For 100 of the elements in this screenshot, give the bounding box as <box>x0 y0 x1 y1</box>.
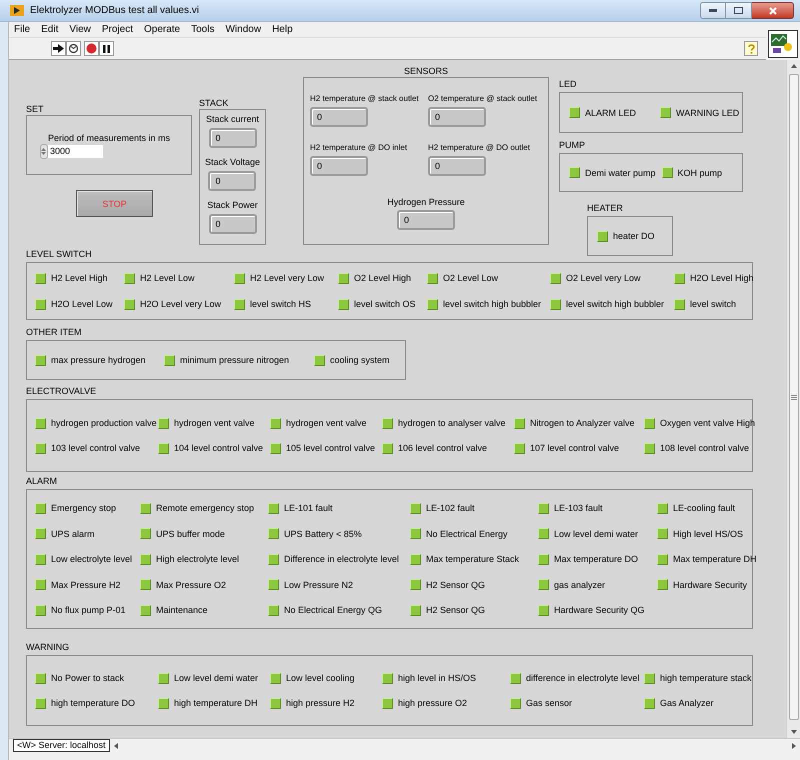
maximize-icon <box>734 7 743 14</box>
led-label: level switch high bubbler <box>443 298 542 310</box>
led-label: LE-101 fault <box>284 502 333 514</box>
vertical-scrollbar[interactable] <box>786 60 800 738</box>
led-label: H2 Sensor QG <box>426 604 486 616</box>
vi-icon <box>768 30 798 58</box>
minimize-icon <box>709 9 717 12</box>
numeric-input[interactable]: 3000 <box>48 144 103 158</box>
arrow-icon <box>53 44 64 53</box>
led-label: No Electrical Energy <box>426 528 508 540</box>
led-label: LE-103 fault <box>554 502 603 514</box>
led-label: level switch <box>690 298 736 310</box>
menu-item[interactable]: Help <box>271 22 294 36</box>
led-label: O2 Level High <box>354 272 412 284</box>
led-label: difference in electrolyte level <box>526 672 640 684</box>
scroll-thumb[interactable] <box>788 74 798 720</box>
led-label: No Electrical Energy QG <box>284 604 382 616</box>
group-label: WARNING <box>26 641 70 653</box>
led-label: max pressure hydrogen <box>51 354 146 366</box>
scroll-right-icon <box>792 742 796 748</box>
run-continuously-button[interactable] <box>66 41 81 56</box>
control-label: Period of measurements in ms <box>48 132 170 144</box>
led-label: H2O Level Low <box>51 298 113 310</box>
help-button[interactable] <box>744 41 758 56</box>
scroll-up-icon <box>790 64 796 68</box>
led-label: Max temperature DO <box>554 553 638 565</box>
scroll-left-icon <box>114 742 118 748</box>
numeric-indicator: 0 <box>397 210 455 230</box>
pause-button[interactable] <box>99 41 114 56</box>
close-icon <box>768 6 776 14</box>
group-label: HEATER <box>587 202 624 214</box>
led-label: hydrogen production valve <box>51 417 157 429</box>
led-label: Emergency stop <box>51 502 116 514</box>
led-label: LE-cooling fault <box>673 502 736 514</box>
led-label: high pressure H2 <box>286 697 355 709</box>
close-button[interactable] <box>752 2 794 19</box>
scroll-down-icon <box>790 730 796 734</box>
group-label: LEVEL SWITCH <box>26 248 93 260</box>
led-label: 108 level control valve <box>660 442 750 454</box>
led-label: High electrolyte level <box>156 553 240 565</box>
menu-item[interactable]: Tools <box>190 22 216 36</box>
led-label: 105 level control valve <box>286 442 376 454</box>
menu-item[interactable]: File <box>13 22 32 36</box>
led-label: H2 Level High <box>51 272 108 284</box>
led-label: high temperature DO <box>51 697 136 709</box>
led-label: ALARM LED <box>585 106 636 118</box>
led-label: Low level demi water <box>174 672 258 684</box>
led-label: minimum pressure nitrogen <box>180 354 290 366</box>
led-label: No Power to stack <box>51 672 124 684</box>
led-label: hydrogen to analyser valve <box>398 417 506 429</box>
numeric-indicator: 0 <box>428 156 486 176</box>
led-label: hydrogen vent valve <box>174 417 255 429</box>
group-label: ALARM <box>26 475 58 487</box>
led-label: Low level cooling <box>286 672 355 684</box>
group-label: SET <box>26 103 45 115</box>
led-label: high level in HS/OS <box>398 672 476 684</box>
led-label: Max Pressure O2 <box>156 578 226 590</box>
numeric-indicator: 0 <box>208 214 256 234</box>
spinner[interactable] <box>40 144 48 158</box>
led-label: Difference in electrolyte level <box>284 553 399 565</box>
led-label: Demi water pump <box>585 166 656 178</box>
led-label: gas analyzer <box>554 578 606 590</box>
led-label: H2O Level very Low <box>140 298 222 310</box>
group-label: PUMP <box>559 139 586 151</box>
led-label: H2 Level Low <box>140 272 195 284</box>
led-label: UPS buffer mode <box>156 528 225 540</box>
maximize-button[interactable] <box>726 2 752 19</box>
led-label: 107 level control valve <box>530 442 620 454</box>
group-label: OTHER ITEM <box>26 326 82 338</box>
server-status: <W> Server: localhost <box>13 739 110 752</box>
menu-item[interactable]: Edit <box>40 22 60 36</box>
led-label: LE-102 fault <box>426 502 475 514</box>
led-label: High level HS/OS <box>673 528 744 540</box>
led-label: Low Pressure N2 <box>284 578 354 590</box>
numeric-indicator: 0 <box>428 107 486 127</box>
minimize-button[interactable] <box>700 2 726 19</box>
menu-item[interactable]: Project <box>100 22 134 36</box>
menu-item[interactable]: Operate <box>142 22 182 36</box>
led-label: Gas Analyzer <box>660 697 714 709</box>
led-label: Low electrolyte level <box>51 553 132 565</box>
led-label: WARNING LED <box>676 106 740 118</box>
menu-item[interactable]: View <box>68 22 92 36</box>
abort-button[interactable] <box>84 41 99 56</box>
led-label: Low level demi water <box>554 528 638 540</box>
group-label: ELECTROVALVE <box>26 385 98 397</box>
led-label: level switch high bubbler <box>566 298 664 310</box>
numeric-indicator: 0 <box>310 156 368 176</box>
run-button[interactable] <box>51 41 66 56</box>
led-label: Hardware Security QG <box>554 604 645 616</box>
group-label: STACK <box>199 97 230 109</box>
led-label: high pressure O2 <box>398 697 468 709</box>
led-label: level switch OS <box>354 298 416 310</box>
led-label: H2 Sensor QG <box>426 578 486 590</box>
led-label: 106 level control valve <box>398 442 488 454</box>
numeric-indicator: 0 <box>208 128 256 148</box>
numeric-indicator: 0 <box>208 171 256 191</box>
window-title: Elektrolyzer MODBus test all values.vi <box>30 4 199 18</box>
menu-item[interactable]: Window <box>224 22 262 36</box>
led-label: Maintenance <box>156 604 208 616</box>
led-label: level switch HS <box>250 298 312 310</box>
